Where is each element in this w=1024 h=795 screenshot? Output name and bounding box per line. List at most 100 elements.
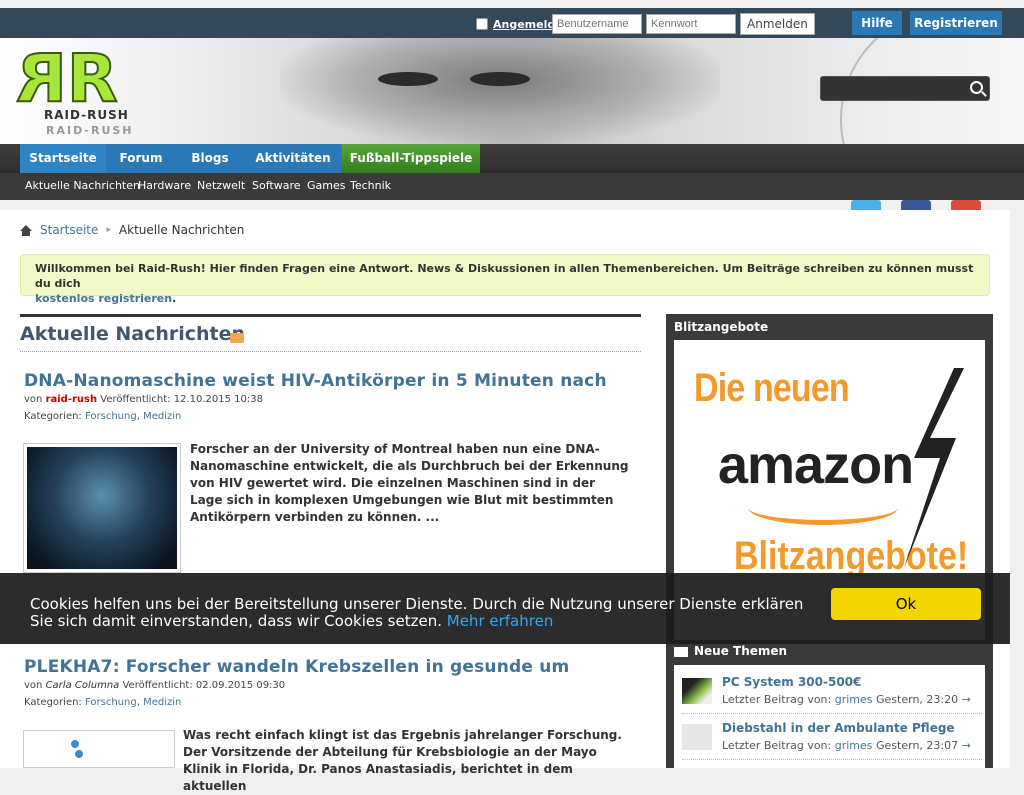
divider [682,759,982,760]
categories-label: Kategorien: [24,697,82,708]
article-date-1: 12.10.2015 10:38 [173,394,263,405]
help-button[interactable]: Hilfe [852,11,902,35]
avatar [682,678,712,704]
article-categories-2: Kategorien: Forschung, Medizin [24,697,182,708]
divider [682,713,982,714]
article-meta-2: von Carla Columna Veröffentlicht: 02.09.… [24,680,285,691]
googleplus-icon[interactable] [951,200,981,210]
subnav-aktuelle-nachrichten[interactable]: Aktuelle Nachrichten [25,179,140,192]
meta-published-label: Veröffentlicht: [100,394,171,405]
twitter-icon[interactable] [851,200,881,210]
blitzangebote-title: Blitzangebote [674,320,769,334]
breadcrumb-home[interactable]: Startseite [40,223,98,237]
ad-line-1: Die neuen [694,366,850,410]
ad-line-2: amazon [718,435,914,495]
password-input[interactable] [646,14,736,34]
go-to-post-arrow-icon[interactable]: → [962,693,971,706]
meta-by: von [24,680,43,691]
cookie-more-link[interactable]: Mehr erfahren [447,612,554,630]
meta-published-label: Veröffentlicht: [122,680,193,691]
logo-text: RAID-RUSH [44,108,129,122]
category-medizin-1[interactable]: Medizin [143,411,181,422]
topic-time: Gestern, 23:07 [876,739,959,752]
category-medizin-2[interactable]: Medizin [143,697,181,708]
topic-title[interactable]: Diebstahl in der Ambulante Pflege [722,721,955,735]
article-author-1[interactable]: raid-rush [46,394,98,405]
breadcrumb: Startseite ▸ Aktuelle Nachrichten [20,223,244,237]
article-author-2[interactable]: Carla Columna [46,680,120,691]
site-header: RR RAID-RUSH RAID-RUSH [0,38,1024,144]
main-navigation: Startseite Forum Blogs Aktivitäten Fußba… [0,144,1024,200]
article-excerpt-2: Was recht einfach klingt ist das Ergebni… [183,728,622,793]
login-button[interactable]: Anmelden [740,13,815,35]
welcome-notice: Willkommen bei Raid-Rush! Hier finden Fr… [20,254,990,305]
subnav-technik[interactable]: Technik [350,179,391,192]
new-topics-list: PC System 300-500€ Letzter Beitrag von: … [674,665,985,768]
tab-startseite[interactable]: Startseite [20,144,106,173]
go-to-post-arrow-icon[interactable]: → [962,739,971,752]
search-icon[interactable] [970,81,983,94]
article-categories-1: Kategorien: Forschung, Medizin [24,411,182,422]
avatar [682,724,712,750]
article-thumbnail-2[interactable] [23,730,175,768]
article-date-2: 02.09.2015 09:30 [195,680,286,691]
register-link[interactable]: kostenlos registrieren [35,292,172,305]
tab-forum[interactable]: Forum [106,144,176,173]
notice-end: . [172,292,177,305]
rss-icon[interactable] [230,333,244,343]
nav-tabs: Startseite Forum Blogs Aktivitäten Fußba… [0,144,1024,173]
cadherin-image [27,734,171,764]
topic-user[interactable]: grimes [835,693,873,706]
cookie-text: Cookies helfen uns bei der Bereitstellun… [30,595,804,630]
site-logo[interactable]: RR RAID-RUSH RAID-RUSH [21,39,162,142]
meta-by: von [24,394,43,405]
facebook-icon[interactable] [901,200,931,210]
article-thumbnail-1[interactable] [23,443,181,573]
top-bar: Angemeldet bleiben Anmelden Hilfe Regist… [0,8,1024,38]
nav-subitems: Aktuelle Nachrichten Hardware Netzwelt S… [0,173,1024,200]
subnav-hardware[interactable]: Hardware [138,179,191,192]
tab-blogs[interactable]: Blogs [176,144,244,173]
header-background-image [280,38,720,144]
topic-item[interactable]: Diebstahl in der Ambulante Pflege Letzte… [682,721,982,763]
cookie-banner: Cookies helfen uns bei der Bereitstellun… [0,573,1010,644]
notice-text: Willkommen bei Raid-Rush! Hier finden Fr… [35,262,974,290]
subnav-netzwelt[interactable]: Netzwelt [197,179,245,192]
categories-label: Kategorien: [24,411,82,422]
section-header: Aktuelle Nachrichten [20,314,641,352]
topic-last-post: Letzter Beitrag von: grimes Gestern, 23:… [722,693,971,706]
logo-mark: RR [21,39,119,118]
tab-aktivitaeten[interactable]: Aktivitäten [244,144,342,173]
breadcrumb-current: Aktuelle Nachrichten [118,223,245,237]
username-input[interactable] [552,14,642,34]
article-title-1[interactable]: DNA-Nanomaschine weist HIV-Antikörper in… [24,371,607,391]
dna-nanomachine-image [27,447,177,569]
amazon-smile-icon [748,490,898,525]
register-button[interactable]: Registrieren [910,11,1002,35]
topics-icon [674,646,688,657]
article-meta-1: von raid-rush Veröffentlicht: 12.10.2015… [24,394,263,405]
subnav-games[interactable]: Games [307,179,345,192]
remember-checkbox[interactable] [476,18,488,30]
category-forschung-2[interactable]: Forschung [85,697,137,708]
subnav-software[interactable]: Software [252,179,301,192]
topic-item[interactable]: PC System 300-500€ Letzter Beitrag von: … [682,675,982,717]
category-forschung-1[interactable]: Forschung [85,411,137,422]
header-eye-right [470,72,530,86]
article-excerpt-1: Forscher an der University of Montreal h… [190,442,629,524]
topic-time: Gestern, 23:20 [876,693,959,706]
search-box[interactable] [820,76,990,101]
new-topics-title: Neue Themen [674,644,787,658]
login-form: Angemeldet bleiben Anmelden [476,13,815,35]
tab-tippspiele[interactable]: Fußball-Tippspiele [342,144,480,173]
topic-user[interactable]: grimes [835,739,873,752]
lightning-bolt-icon [904,368,964,568]
breadcrumb-separator-icon: ▸ [106,225,111,235]
logo-subtext: RAID-RUSH [46,124,134,137]
page-title: Aktuelle Nachrichten [20,323,246,345]
home-icon[interactable] [20,224,32,236]
article-title-2[interactable]: PLEKHA7: Forscher wandeln Krebszellen in… [24,657,569,677]
topic-title[interactable]: PC System 300-500€ [722,675,861,689]
topic-last-post: Letzter Beitrag von: grimes Gestern, 23:… [722,739,971,752]
cookie-ok-button[interactable]: Ok [831,588,981,620]
